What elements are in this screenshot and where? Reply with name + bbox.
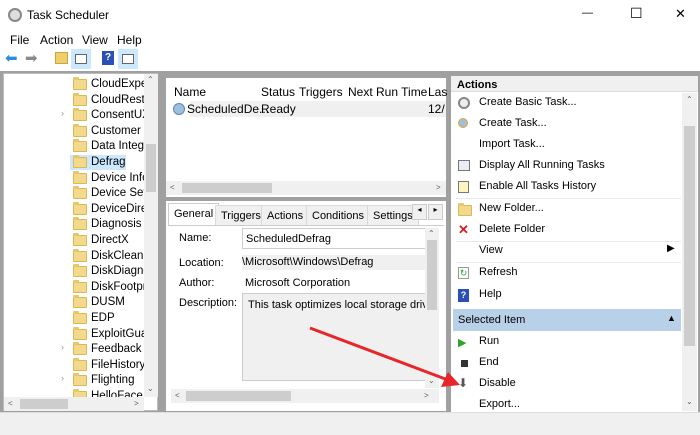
annotation-arrow xyxy=(309,326,460,387)
